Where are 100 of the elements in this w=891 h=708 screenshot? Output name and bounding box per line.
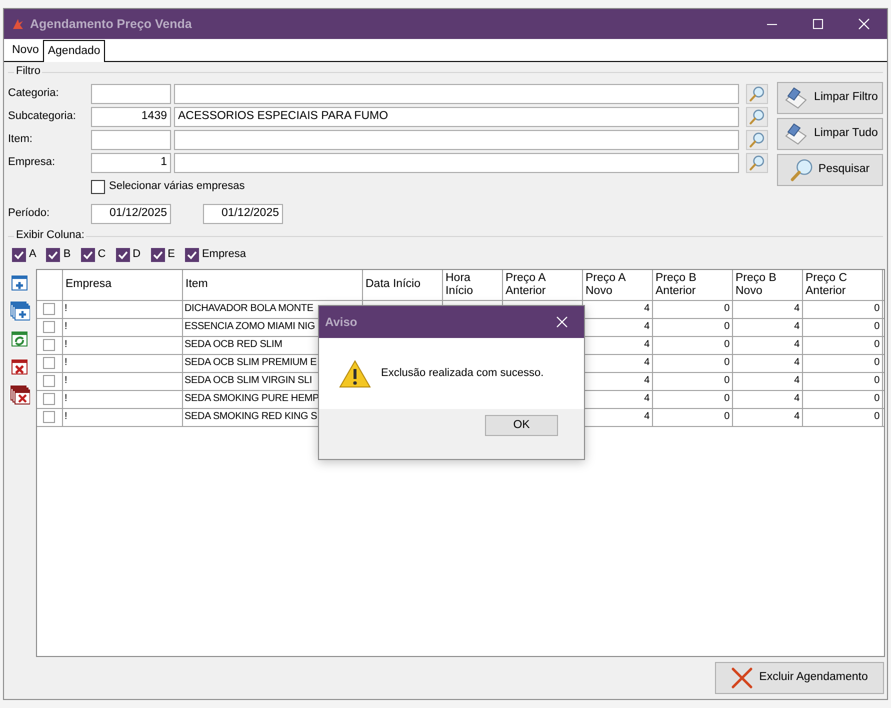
table-cell: 0 <box>874 321 880 332</box>
check-icon <box>13 249 25 261</box>
table-cell: 0 <box>724 411 730 422</box>
table-cell: 4 <box>794 321 800 332</box>
column-header[interactable]: Hora Início <box>442 270 502 300</box>
check-icon <box>47 249 60 261</box>
table-cell: SEDA SMOKING PURE HEMP <box>184 393 320 404</box>
delete-icon <box>731 667 754 689</box>
table-cell: 0 <box>724 321 730 332</box>
column-header[interactable]: Data Início <box>362 270 442 300</box>
code-field[interactable] <box>91 130 171 150</box>
column-header[interactable]: Preço B Anterior <box>652 270 732 300</box>
add-button[interactable] <box>10 273 30 293</box>
column-header[interactable]: Preço A Novo <box>582 270 652 300</box>
add-multiple-button[interactable] <box>10 301 30 321</box>
table-cell: 4 <box>644 375 650 386</box>
table-cell: 0 <box>724 339 730 350</box>
dialog-title: Aviso <box>325 314 358 330</box>
code-field[interactable]: 1439 <box>91 107 171 127</box>
checkbox-label: B <box>63 248 71 262</box>
lookup-button[interactable] <box>746 153 768 173</box>
add-multiple-icon <box>10 301 30 321</box>
table-cell: SEDA OCB SLIM VIRGIN SLI <box>184 375 312 386</box>
lookup-button[interactable] <box>746 130 768 150</box>
table-cell: 4 <box>794 339 800 350</box>
table-cell: 0 <box>724 303 730 314</box>
delete-button[interactable] <box>10 357 30 377</box>
row-checkbox[interactable] <box>43 357 56 369</box>
field-label: Subcategoria: <box>8 110 77 124</box>
row-checkbox[interactable] <box>43 321 56 333</box>
description-field[interactable] <box>174 130 739 150</box>
tab[interactable]: Agendado <box>42 40 106 62</box>
action-button[interactable]: Limpar Filtro <box>777 82 883 114</box>
action-button[interactable]: Pesquisar <box>777 154 883 186</box>
description-field[interactable] <box>174 153 739 173</box>
checkbox[interactable] <box>150 248 165 262</box>
field-label: Categoria: <box>8 87 60 101</box>
row-checkbox[interactable] <box>43 303 56 315</box>
table-cell: 4 <box>794 411 800 422</box>
checkbox-label: D <box>132 248 141 262</box>
table-cell: 0 <box>874 303 880 314</box>
row-checkbox[interactable] <box>43 393 56 405</box>
description-field[interactable] <box>174 84 739 104</box>
delete-schedule-button[interactable]: Excluir Agendamento <box>715 662 884 694</box>
close-icon <box>858 18 870 30</box>
checkbox[interactable] <box>91 180 105 194</box>
table-cell: 0 <box>874 411 880 422</box>
column-header[interactable]: Item <box>182 270 362 300</box>
window-title: Agendamento Preço Venda <box>30 16 192 32</box>
row-checkbox[interactable] <box>43 411 56 423</box>
checkbox[interactable] <box>12 248 26 262</box>
table-cell: ! <box>64 357 68 368</box>
table-cell: ! <box>64 411 68 422</box>
code-field[interactable]: 1 <box>91 153 171 173</box>
table-cell: 0 <box>724 393 730 404</box>
table-cell: 4 <box>794 303 800 314</box>
search-icon <box>749 155 765 171</box>
table-cell: ESSENCIA ZOMO MIAMI NIG <box>184 321 315 332</box>
checkbox[interactable] <box>184 248 199 262</box>
refresh-icon <box>10 329 30 349</box>
search-icon <box>749 86 765 102</box>
table-cell: SEDA OCB SLIM PREMIUM E <box>184 357 317 368</box>
row-checkbox[interactable] <box>43 339 56 351</box>
delete-icon <box>10 357 30 377</box>
table-cell: ! <box>64 375 68 386</box>
checkbox-label: A <box>29 248 36 262</box>
add-icon <box>10 273 30 293</box>
row-checkbox[interactable] <box>43 375 56 387</box>
checkbox[interactable] <box>80 248 95 262</box>
checkbox[interactable] <box>116 248 130 262</box>
description-field[interactable]: ACESSORIOS ESPECIAIS PARA FUMO <box>174 107 739 127</box>
table-cell: 4 <box>644 303 650 314</box>
column-header[interactable]: Preço B Novo <box>732 270 802 300</box>
lookup-button[interactable] <box>746 107 768 127</box>
date-field[interactable]: 01/12/2025 <box>91 204 171 224</box>
table-cell: 0 <box>874 339 880 350</box>
lookup-button[interactable] <box>746 84 768 104</box>
search-icon <box>790 158 814 182</box>
date-field[interactable]: 01/12/2025 <box>203 204 283 224</box>
ok-button[interactable]: OK <box>485 415 558 436</box>
table-cell: 0 <box>874 393 880 404</box>
tab[interactable]: Novo <box>8 41 43 61</box>
delete-multiple-button[interactable] <box>10 385 30 405</box>
column-header[interactable]: Empresa <box>62 270 182 300</box>
checkbox-label: E <box>168 248 175 262</box>
field-label: Empresa: <box>8 156 56 170</box>
field-label: Período: <box>8 207 51 221</box>
code-field[interactable] <box>91 84 171 104</box>
refresh-button[interactable] <box>10 329 30 349</box>
table-cell: 0 <box>724 375 730 386</box>
table-cell: DICHAVADOR BOLA MONTE <box>184 303 314 314</box>
action-button[interactable]: Limpar Tudo <box>777 118 883 150</box>
column-header[interactable]: Preço A Anterior <box>502 270 582 300</box>
table-cell: 0 <box>874 357 880 368</box>
table-cell: 4 <box>644 321 650 332</box>
check-icon <box>186 249 198 261</box>
table-cell: SEDA SMOKING RED KING S <box>184 411 318 422</box>
checkbox-label: Selecionar várias empresas <box>109 180 245 194</box>
checkbox[interactable] <box>46 248 60 262</box>
column-header[interactable]: Preço C Anterior <box>802 270 882 300</box>
